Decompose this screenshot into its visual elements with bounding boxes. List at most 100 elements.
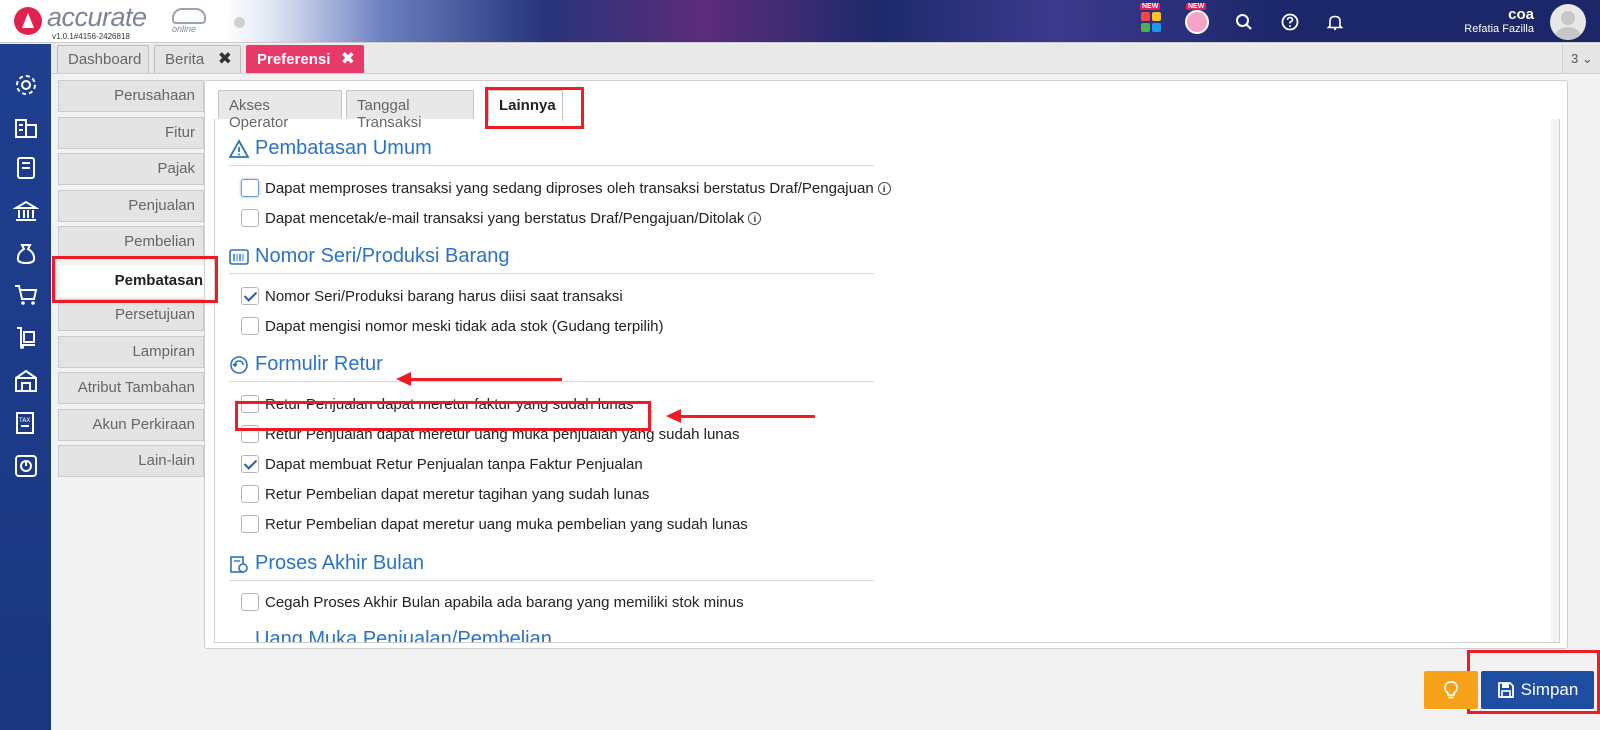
subtab-akses-operator[interactable]: Akses Operator — [218, 90, 342, 131]
option-label: Retur Pembelian dapat meretur tagihan ya… — [265, 485, 650, 503]
section-title-text: Nomor Seri/Produksi Barang — [255, 245, 510, 267]
user-subtitle: Refatia Fazilla — [1464, 23, 1534, 35]
sidebar-item-lain-lain[interactable]: Lain-lain — [58, 445, 204, 477]
tips-button[interactable] — [1424, 671, 1478, 709]
checkbox[interactable] — [241, 593, 259, 611]
preferences-panel: Akses Operator Tanggal Transaksi Lainnya… — [204, 80, 1568, 649]
bank-icon[interactable] — [13, 198, 39, 224]
company-building-icon[interactable] — [13, 114, 39, 140]
section-title-text: Proses Akhir Bulan — [255, 552, 424, 574]
sidebar-item-fitur[interactable]: Fitur — [58, 117, 204, 149]
option-row[interactable]: Nomor Seri/Produksi barang harus diisi s… — [241, 287, 623, 305]
barcode-icon — [229, 248, 249, 265]
section-title: Nomor Seri/Produksi Barang — [229, 245, 874, 274]
option-row[interactable]: Dapat memproses transaksi yang sedang di… — [241, 179, 891, 197]
avatar[interactable] — [1550, 4, 1586, 40]
sidebar-item-penjualan[interactable]: Penjualan — [58, 190, 204, 222]
search-icon — [1236, 14, 1252, 30]
info-icon[interactable]: i — [748, 211, 762, 225]
sidebar-item-perusahaan[interactable]: Perusahaan — [58, 80, 204, 112]
lightbulb-icon — [1444, 681, 1458, 699]
option-label: Nomor Seri/Produksi barang harus diisi s… — [265, 287, 623, 305]
help-button[interactable] — [1277, 9, 1303, 35]
save-label: Simpan — [1520, 680, 1579, 699]
user-info[interactable]: coa Refatia Fazilla — [1464, 6, 1534, 35]
mascot-button[interactable]: NEW — [1184, 3, 1210, 35]
shopping-cart-icon[interactable] — [13, 282, 39, 308]
accurate-logo[interactable]: accurate online v1.0.1#4156-2426818 — [14, 2, 224, 41]
tab-preferensi[interactable]: Preferensi ✖ — [246, 45, 364, 73]
close-icon[interactable]: ✖ — [341, 49, 355, 69]
section-title: Uang Muka Penjualan/Pembelian — [229, 628, 874, 642]
apps-grid-button[interactable]: NEW — [1138, 3, 1164, 35]
checkbox[interactable] — [241, 209, 259, 227]
floppy-disk-icon — [1497, 682, 1514, 698]
checkbox[interactable] — [241, 485, 259, 503]
sidebar-item-lampiran[interactable]: Lampiran — [58, 336, 204, 368]
option-label: Dapat mencetak/e-mail transaksi yang ber… — [265, 209, 745, 227]
tab-label: Berita — [165, 51, 205, 68]
help-icon — [1281, 13, 1299, 31]
annotation-arrow — [666, 409, 815, 423]
option-row[interactable]: Dapat membuat Retur Penjualan tanpa Fakt… — [241, 455, 643, 473]
logo-text: accurate — [47, 2, 147, 32]
tab-label: Dashboard — [68, 51, 142, 68]
tab-dashboard[interactable]: Dashboard — [57, 45, 149, 73]
restrictions-content: Pembatasan Umum Dapat memproses transaksi… — [214, 119, 1560, 643]
save-button[interactable]: Simpan — [1481, 671, 1594, 709]
user-name: coa — [1508, 6, 1534, 23]
scrollbar[interactable] — [1551, 119, 1559, 642]
checkbox[interactable] — [241, 455, 259, 473]
section-proses-akhir-bulan: Proses Akhir Bulan — [229, 552, 874, 581]
sidebar-item-akun-perkiraan[interactable]: Akun Perkiraan — [58, 409, 204, 441]
checkbox[interactable] — [241, 287, 259, 305]
tab-label: Preferensi — [257, 51, 331, 68]
section-partial: Uang Muka Penjualan/Pembelian — [229, 628, 874, 642]
option-row[interactable]: Retur Pembelian dapat meretur uang muka … — [241, 515, 748, 533]
new-badge: NEW — [1186, 3, 1207, 10]
loading-indicator — [234, 17, 245, 28]
subtab-tanggal-transaksi[interactable]: Tanggal Transaksi — [346, 90, 474, 131]
report-chart-icon[interactable] — [13, 453, 39, 479]
option-row[interactable]: Retur Pembelian dapat meretur tagihan ya… — [241, 485, 649, 503]
tax-document-icon[interactable]: TAX — [13, 410, 39, 436]
sidebar-item-pembelian[interactable]: Pembelian — [58, 226, 204, 258]
apps-grid-icon — [1141, 12, 1161, 32]
checkbox[interactable] — [241, 515, 259, 533]
cloud-icon — [172, 8, 206, 24]
money-bag-icon[interactable] — [13, 240, 39, 266]
return-icon — [230, 355, 248, 374]
checkbox[interactable] — [241, 179, 259, 197]
tab-count-dropdown[interactable]: 3 ⌄ — [1562, 44, 1600, 73]
option-row[interactable]: Dapat mencetak/e-mail transaksi yang ber… — [241, 209, 762, 227]
section-title-text: Pembatasan Umum — [255, 137, 432, 159]
notification-button[interactable] — [1322, 9, 1348, 35]
new-badge: NEW — [1140, 3, 1161, 10]
warehouse-icon[interactable] — [13, 368, 39, 394]
search-button[interactable] — [1231, 9, 1257, 35]
option-row[interactable]: Dapat mengisi nomor meski tidak ada stok… — [241, 317, 664, 335]
section-nomor-seri-produksi-barang: Nomor Seri/Produksi Barang — [229, 245, 874, 274]
highlight-pembatasan — [52, 256, 218, 303]
checkbox[interactable] — [241, 317, 259, 335]
section-title-text: Formulir Retur — [255, 353, 383, 375]
sidebar-item-pajak[interactable]: Pajak — [58, 153, 204, 185]
close-icon[interactable]: ✖ — [218, 49, 232, 69]
ledger-book-icon[interactable] — [13, 155, 39, 181]
warning-icon — [229, 138, 249, 158]
sidebar-item-atribut-tambahan[interactable]: Atribut Tambahan — [58, 372, 204, 404]
tab-berita[interactable]: Berita ✖ — [154, 45, 241, 73]
logo-mark-icon — [14, 7, 42, 35]
sidebar-item-persetujuan[interactable]: Persetujuan — [58, 299, 204, 331]
option-label: Dapat membuat Retur Penjualan tanpa Fakt… — [265, 455, 643, 473]
section-pembatasan-umum: Pembatasan Umum — [229, 137, 874, 166]
hand-truck-icon[interactable] — [13, 325, 39, 351]
bell-icon — [1326, 15, 1344, 31]
top-header: accurate online v1.0.1#4156-2426818 NEW … — [0, 0, 1600, 43]
option-label: Retur Pembelian dapat meretur uang muka … — [265, 515, 748, 533]
info-icon[interactable]: i — [877, 181, 891, 195]
settings-gear-icon[interactable] — [13, 72, 39, 98]
annotation-arrow — [396, 372, 562, 386]
option-label: Dapat mengisi nomor meski tidak ada stok… — [265, 317, 664, 335]
option-row[interactable]: Cegah Proses Akhir Bulan apabila ada bar… — [241, 593, 744, 611]
